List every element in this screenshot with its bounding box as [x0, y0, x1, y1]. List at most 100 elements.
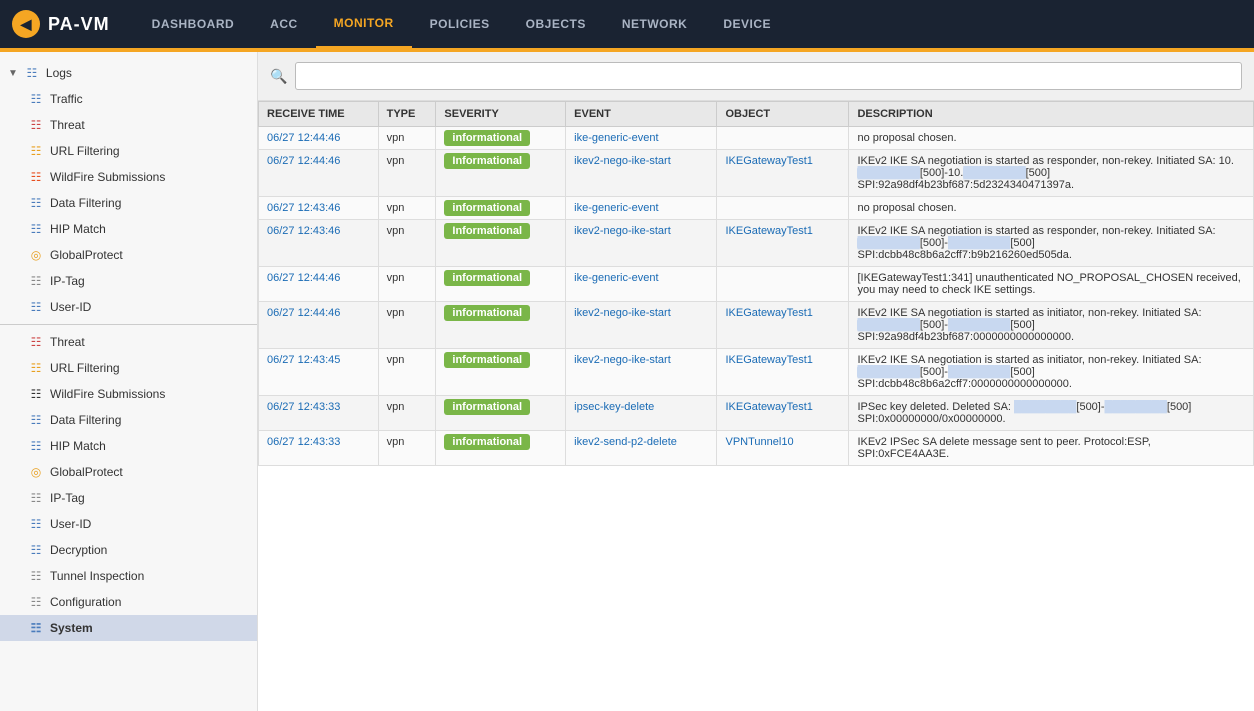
- sidebar-item-hip-match[interactable]: ☷ HIP Match: [0, 216, 257, 242]
- sidebar-item-hip2[interactable]: ☷ HIP Match: [0, 433, 257, 459]
- wildfire-icon: ☷: [28, 169, 44, 185]
- sidebar-item-iptag[interactable]: ☷ IP-Tag: [0, 268, 257, 294]
- sidebar-wildfire-label: WildFire Submissions: [50, 170, 165, 184]
- sidebar-item-globalprotect[interactable]: ◎ GlobalProtect: [0, 242, 257, 268]
- config-icon: ☷: [28, 594, 44, 610]
- nav-monitor[interactable]: MONITOR: [316, 0, 412, 48]
- sidebar-item-wildfire2[interactable]: ☷ WildFire Submissions: [0, 381, 257, 407]
- cell-object: [717, 267, 849, 302]
- sidebar-item-decryption[interactable]: ☷ Decryption: [0, 537, 257, 563]
- table-row[interactable]: 06/27 12:43:45 vpn informational ikev2-n…: [259, 349, 1254, 396]
- cell-severity: informational: [436, 396, 566, 431]
- cell-severity: informational: [436, 431, 566, 466]
- cell-object: IKEGatewayTest1: [717, 150, 849, 197]
- userid-icon: ☷: [28, 299, 44, 315]
- nav-network[interactable]: NETWORK: [604, 0, 706, 48]
- sidebar-item-threat2[interactable]: ☷ Threat: [0, 329, 257, 355]
- sidebar-wildfire2-label: WildFire Submissions: [50, 387, 165, 401]
- cell-type: vpn: [378, 302, 436, 349]
- table-row[interactable]: 06/27 12:43:33 vpn informational ikev2-s…: [259, 431, 1254, 466]
- sidebar-item-wildfire[interactable]: ☷ WildFire Submissions: [0, 164, 257, 190]
- severity-badge: informational: [444, 352, 530, 368]
- cell-time: 06/27 12:43:33: [259, 396, 379, 431]
- cell-description: no proposal chosen.: [849, 127, 1254, 150]
- col-receive-time: RECEIVE TIME: [259, 102, 379, 127]
- table-row[interactable]: 06/27 12:44:46 vpn informational ike-gen…: [259, 127, 1254, 150]
- cell-type: vpn: [378, 396, 436, 431]
- nav-objects[interactable]: OBJECTS: [508, 0, 604, 48]
- sidebar-userid2-label: User-ID: [50, 517, 91, 531]
- cell-description: IPSec key deleted. Deleted SA: ████████[…: [849, 396, 1254, 431]
- sidebar-logs-header[interactable]: ▼ ☷ Logs: [0, 60, 257, 86]
- cell-event: ikev2-nego-ike-start: [566, 220, 717, 267]
- col-description: DESCRIPTION: [849, 102, 1254, 127]
- logo-text: PA-VM: [48, 14, 110, 35]
- cell-type: vpn: [378, 127, 436, 150]
- severity-badge: informational: [444, 305, 530, 321]
- col-object: OBJECT: [717, 102, 849, 127]
- cell-type: vpn: [378, 431, 436, 466]
- severity-badge: Informational: [444, 223, 530, 239]
- table-row[interactable]: 06/27 12:43:46 vpn Informational ikev2-n…: [259, 220, 1254, 267]
- sidebar-url-label: URL Filtering: [50, 144, 120, 158]
- sidebar-item-datafilter2[interactable]: ☷ Data Filtering: [0, 407, 257, 433]
- sidebar-item-traffic[interactable]: ☷ Traffic: [0, 86, 257, 112]
- logo-area: ◀ PA-VM: [12, 10, 110, 38]
- cell-time: 06/27 12:44:46: [259, 150, 379, 197]
- cell-type: vpn: [378, 267, 436, 302]
- sidebar-divider: [0, 324, 257, 325]
- sidebar-logs-label: Logs: [46, 66, 72, 80]
- nav-policies[interactable]: POLICIES: [412, 0, 508, 48]
- cell-time: 06/27 12:44:46: [259, 127, 379, 150]
- nav-acc[interactable]: ACC: [252, 0, 316, 48]
- cell-severity: informational: [436, 197, 566, 220]
- nav-dashboard[interactable]: DASHBOARD: [134, 0, 253, 48]
- logo-icon: ◀: [12, 10, 40, 38]
- sidebar-item-userid2[interactable]: ☷ User-ID: [0, 511, 257, 537]
- severity-badge: informational: [444, 200, 530, 216]
- cell-object: VPNTunnel10: [717, 431, 849, 466]
- cell-type: vpn: [378, 220, 436, 267]
- gp2-icon: ◎: [28, 464, 44, 480]
- table-header-row: RECEIVE TIME TYPE SEVERITY EVENT OBJECT …: [259, 102, 1254, 127]
- sidebar-item-threat[interactable]: ☷ Threat: [0, 112, 257, 138]
- cell-time: 06/27 12:43:33: [259, 431, 379, 466]
- table-row[interactable]: 06/27 12:43:33 vpn informational ipsec-k…: [259, 396, 1254, 431]
- sidebar-item-gp2[interactable]: ◎ GlobalProtect: [0, 459, 257, 485]
- sidebar-item-system[interactable]: ☷ System: [0, 615, 257, 641]
- main-content: 🔍 RECEIVE TIME TYPE SEVERITY EVENT OBJEC…: [258, 52, 1254, 711]
- sidebar-logs-section: ▼ ☷ Logs ☷ Traffic ☷ Threat ☷ URL Filter…: [0, 60, 257, 320]
- sidebar-bottom-section: ☷ Threat ☷ URL Filtering ☷ WildFire Subm…: [0, 329, 257, 641]
- sidebar: ▼ ☷ Logs ☷ Traffic ☷ Threat ☷ URL Filter…: [0, 52, 258, 711]
- system-icon: ☷: [28, 620, 44, 636]
- cell-object: IKEGatewayTest1: [717, 396, 849, 431]
- cell-severity: Informational: [436, 150, 566, 197]
- sidebar-gp2-label: GlobalProtect: [50, 465, 123, 479]
- severity-badge: informational: [444, 399, 530, 415]
- sidebar-item-userid[interactable]: ☷ User-ID: [0, 294, 257, 320]
- chevron-down-icon: ▼: [8, 68, 18, 79]
- sidebar-gp-label: GlobalProtect: [50, 248, 123, 262]
- sidebar-item-tunnel[interactable]: ☷ Tunnel Inspection: [0, 563, 257, 589]
- threat-icon: ☷: [28, 117, 44, 133]
- table-row[interactable]: 06/27 12:43:46 vpn informational ike-gen…: [259, 197, 1254, 220]
- search-icon: 🔍: [270, 68, 287, 85]
- table-row[interactable]: 06/27 12:44:46 vpn informational ikev2-n…: [259, 302, 1254, 349]
- sidebar-system-label: System: [50, 621, 93, 635]
- sidebar-item-iptag2[interactable]: ☷ IP-Tag: [0, 485, 257, 511]
- sidebar-item-configuration[interactable]: ☷ Configuration: [0, 589, 257, 615]
- table-container: RECEIVE TIME TYPE SEVERITY EVENT OBJECT …: [258, 101, 1254, 711]
- cell-time: 06/27 12:43:46: [259, 197, 379, 220]
- sidebar-item-url2[interactable]: ☷ URL Filtering: [0, 355, 257, 381]
- search-input[interactable]: [295, 62, 1242, 90]
- sidebar-item-url-filtering[interactable]: ☷ URL Filtering: [0, 138, 257, 164]
- nav-device[interactable]: DEVICE: [705, 0, 789, 48]
- sidebar-url2-label: URL Filtering: [50, 361, 120, 375]
- sidebar-item-data-filtering[interactable]: ☷ Data Filtering: [0, 190, 257, 216]
- cell-description: IKEv2 IKE SA negotiation is started as i…: [849, 302, 1254, 349]
- threat2-icon: ☷: [28, 334, 44, 350]
- table-row[interactable]: 06/27 12:44:46 vpn informational ike-gen…: [259, 267, 1254, 302]
- severity-badge: Informational: [444, 153, 530, 169]
- table-row[interactable]: 06/27 12:44:46 vpn Informational ikev2-n…: [259, 150, 1254, 197]
- decrypt-icon: ☷: [28, 542, 44, 558]
